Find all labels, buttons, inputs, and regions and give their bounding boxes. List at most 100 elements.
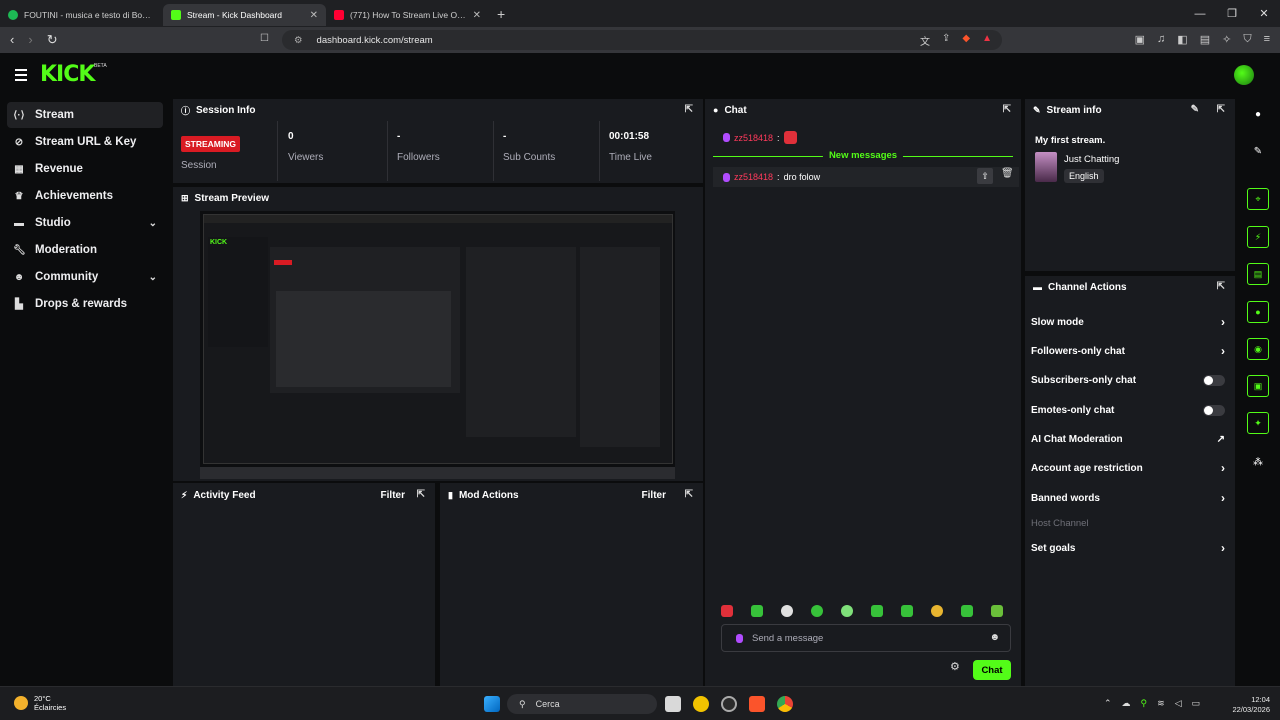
app-icon[interactable] [693,696,709,712]
clock[interactable]: 12:04 22/03/2026 [1232,695,1270,715]
vpn-icon[interactable]: ⛉ [1243,33,1251,46]
file-explorer-icon[interactable] [665,696,681,712]
new-tab-icon[interactable]: + [497,6,505,22]
filter-button[interactable]: Filter [381,490,405,501]
popout-icon[interactable]: ⇱ [1217,104,1225,115]
close-icon[interactable]: ✕ [310,10,318,21]
kick-logo[interactable]: KICK [40,62,95,87]
stream-preview-video[interactable]: KICK [200,211,675,479]
hamburger-icon[interactable] [15,69,27,84]
close-icon[interactable]: ✕ [473,10,481,21]
followers-only-item[interactable]: Followers-only chat › [1031,341,1225,361]
minimize-icon[interactable]: — [1184,8,1216,20]
emoji-icon[interactable]: ☻ [989,632,1000,643]
translate-icon[interactable]: 文 [920,33,930,48]
bookmark-icon[interactable]: ☐ [260,33,269,44]
browser-tab[interactable]: (771) How To Stream Live On Kick W ✕ [326,4,489,26]
sidebar-item-drops-rewards[interactable]: ▙ Drops & rewards [7,291,163,317]
start-button[interactable] [484,696,500,712]
set-goals-item[interactable]: Set goals › [1031,538,1225,558]
emote-icon[interactable] [841,605,853,617]
wifi-icon[interactable]: ≋ [1157,698,1165,709]
emote-icon[interactable] [721,605,733,617]
popout-icon[interactable]: ⇱ [685,104,693,115]
emote-icon[interactable] [961,605,973,617]
emote-icon[interactable] [931,605,943,617]
back-icon[interactable]: ‹ [10,32,14,48]
brave-rewards-icon[interactable]: ▲ [982,33,992,48]
category-name[interactable]: Just Chatting [1064,154,1119,165]
emote-icon[interactable] [871,605,883,617]
mic-icon[interactable]: ⚲ [1141,698,1148,709]
leo-icon[interactable]: ✧ [1222,33,1231,46]
subscribers-only-toggle[interactable] [1203,374,1225,386]
sidebar-icon[interactable]: ◧ [1177,33,1187,46]
wallet-icon[interactable]: ▤ [1200,33,1210,46]
ai-chat-moderation-item[interactable]: AI Chat Moderation ↗ [1031,429,1225,449]
sidebar-item-moderation[interactable]: 🔧︎ Moderation [7,237,163,263]
chat-input[interactable]: Send a message ☻ [721,624,1011,652]
emote-icon[interactable] [991,605,1003,617]
sidebar-item-community[interactable]: ☻ Community ⌄ [7,264,163,290]
sidebar-item-stream-url-key[interactable]: ⊘ Stream URL & Key [7,129,163,155]
lightning-icon[interactable]: ⚡︎ [1247,226,1269,248]
info-icon[interactable]: ● [1247,103,1269,125]
layout-icon[interactable]: ▣ [1247,375,1269,397]
chrome-icon[interactable] [777,696,793,712]
chat-username[interactable]: zz518418 [734,133,773,143]
edit-icon[interactable]: ✎ [1191,104,1199,115]
edit-icon[interactable]: ✎ [1247,140,1269,162]
maximize-icon[interactable]: ❐ [1216,7,1248,20]
chat-bubble-icon[interactable]: ● [1247,301,1269,323]
settings-icon[interactable]: ⚙ [950,660,960,673]
popout-icon[interactable]: ⇱ [685,489,693,500]
send-chat-button[interactable]: Chat [973,660,1011,680]
emotes-only-toggle[interactable] [1203,404,1225,416]
cloud-icon[interactable]: ☁ [1122,698,1131,709]
pin-icon[interactable]: ⇧ [977,168,993,184]
brave-shield-icon[interactable]: ◆ [962,33,970,48]
chat-message[interactable]: zz518418: [723,131,797,144]
sidebar-item-studio[interactable]: ▬ Studio ⌄ [7,210,163,236]
browser-tab[interactable]: FOUTINI - musica e testo di Bo9al | S [0,4,163,26]
chevron-up-icon[interactable]: ⌃ [1104,698,1112,709]
broadcast-icon[interactable]: ◉ [1247,338,1269,360]
delete-icon[interactable]: 🗑︎ [1001,168,1014,179]
browser-tab-active[interactable]: Stream - Kick Dashboard ✕ [163,4,326,26]
filter-button[interactable]: Filter [642,490,666,501]
weather-widget[interactable]: 20°C Éclaircies [14,694,66,712]
site-info-icon[interactable]: ⚙ [294,35,303,46]
avatar[interactable] [1234,65,1254,85]
volume-icon[interactable]: ◁ [1175,698,1182,709]
reload-icon[interactable]: ↻ [47,32,58,48]
popout-icon[interactable]: ⇱ [1217,281,1225,292]
url-bar[interactable]: ⚙ dashboard.kick.com/stream 文 ⇪ ◆ ▲ [282,30,1002,50]
menu-icon[interactable]: ≡ [1264,33,1270,46]
music-icon[interactable]: ♫ [1157,33,1165,46]
sidebar-item-achievements[interactable]: ♛ Achievements [7,183,163,209]
clip-icon[interactable]: ⌖ [1247,188,1269,210]
battery-icon[interactable]: ▭ [1192,698,1201,709]
wrench-icon[interactable]: ✦ [1247,412,1269,434]
chat-message[interactable]: zz518418: dro folow [723,172,820,182]
chat-username[interactable]: zz518418 [734,172,773,182]
popout-icon[interactable]: ⇱ [417,489,425,500]
close-window-icon[interactable]: ✕ [1248,7,1280,20]
emote-icon[interactable] [751,605,763,617]
sidebar-item-revenue[interactable]: ▦ Revenue [7,156,163,182]
sidebar-item-stream[interactable]: ⟨·⟩ Stream [7,102,163,128]
taskbar-search[interactable]: ⚲ Cerca [507,694,657,714]
screenshot-icon[interactable]: ▣ [1135,33,1145,46]
document-icon[interactable]: ▤ [1247,263,1269,285]
banned-words-item[interactable]: Banned words › [1031,488,1225,508]
emote-icon[interactable] [781,605,793,617]
emote-icon[interactable] [901,605,913,617]
apps-icon[interactable]: ⁂ [1247,451,1269,473]
forward-icon[interactable]: › [28,32,32,48]
emote-icon[interactable] [811,605,823,617]
obs-icon[interactable] [721,696,737,712]
brave-icon[interactable] [749,696,765,712]
share-icon[interactable]: ⇪ [942,33,950,48]
account-age-item[interactable]: Account age restriction › [1031,458,1225,478]
popout-icon[interactable]: ⇱ [1003,104,1011,115]
